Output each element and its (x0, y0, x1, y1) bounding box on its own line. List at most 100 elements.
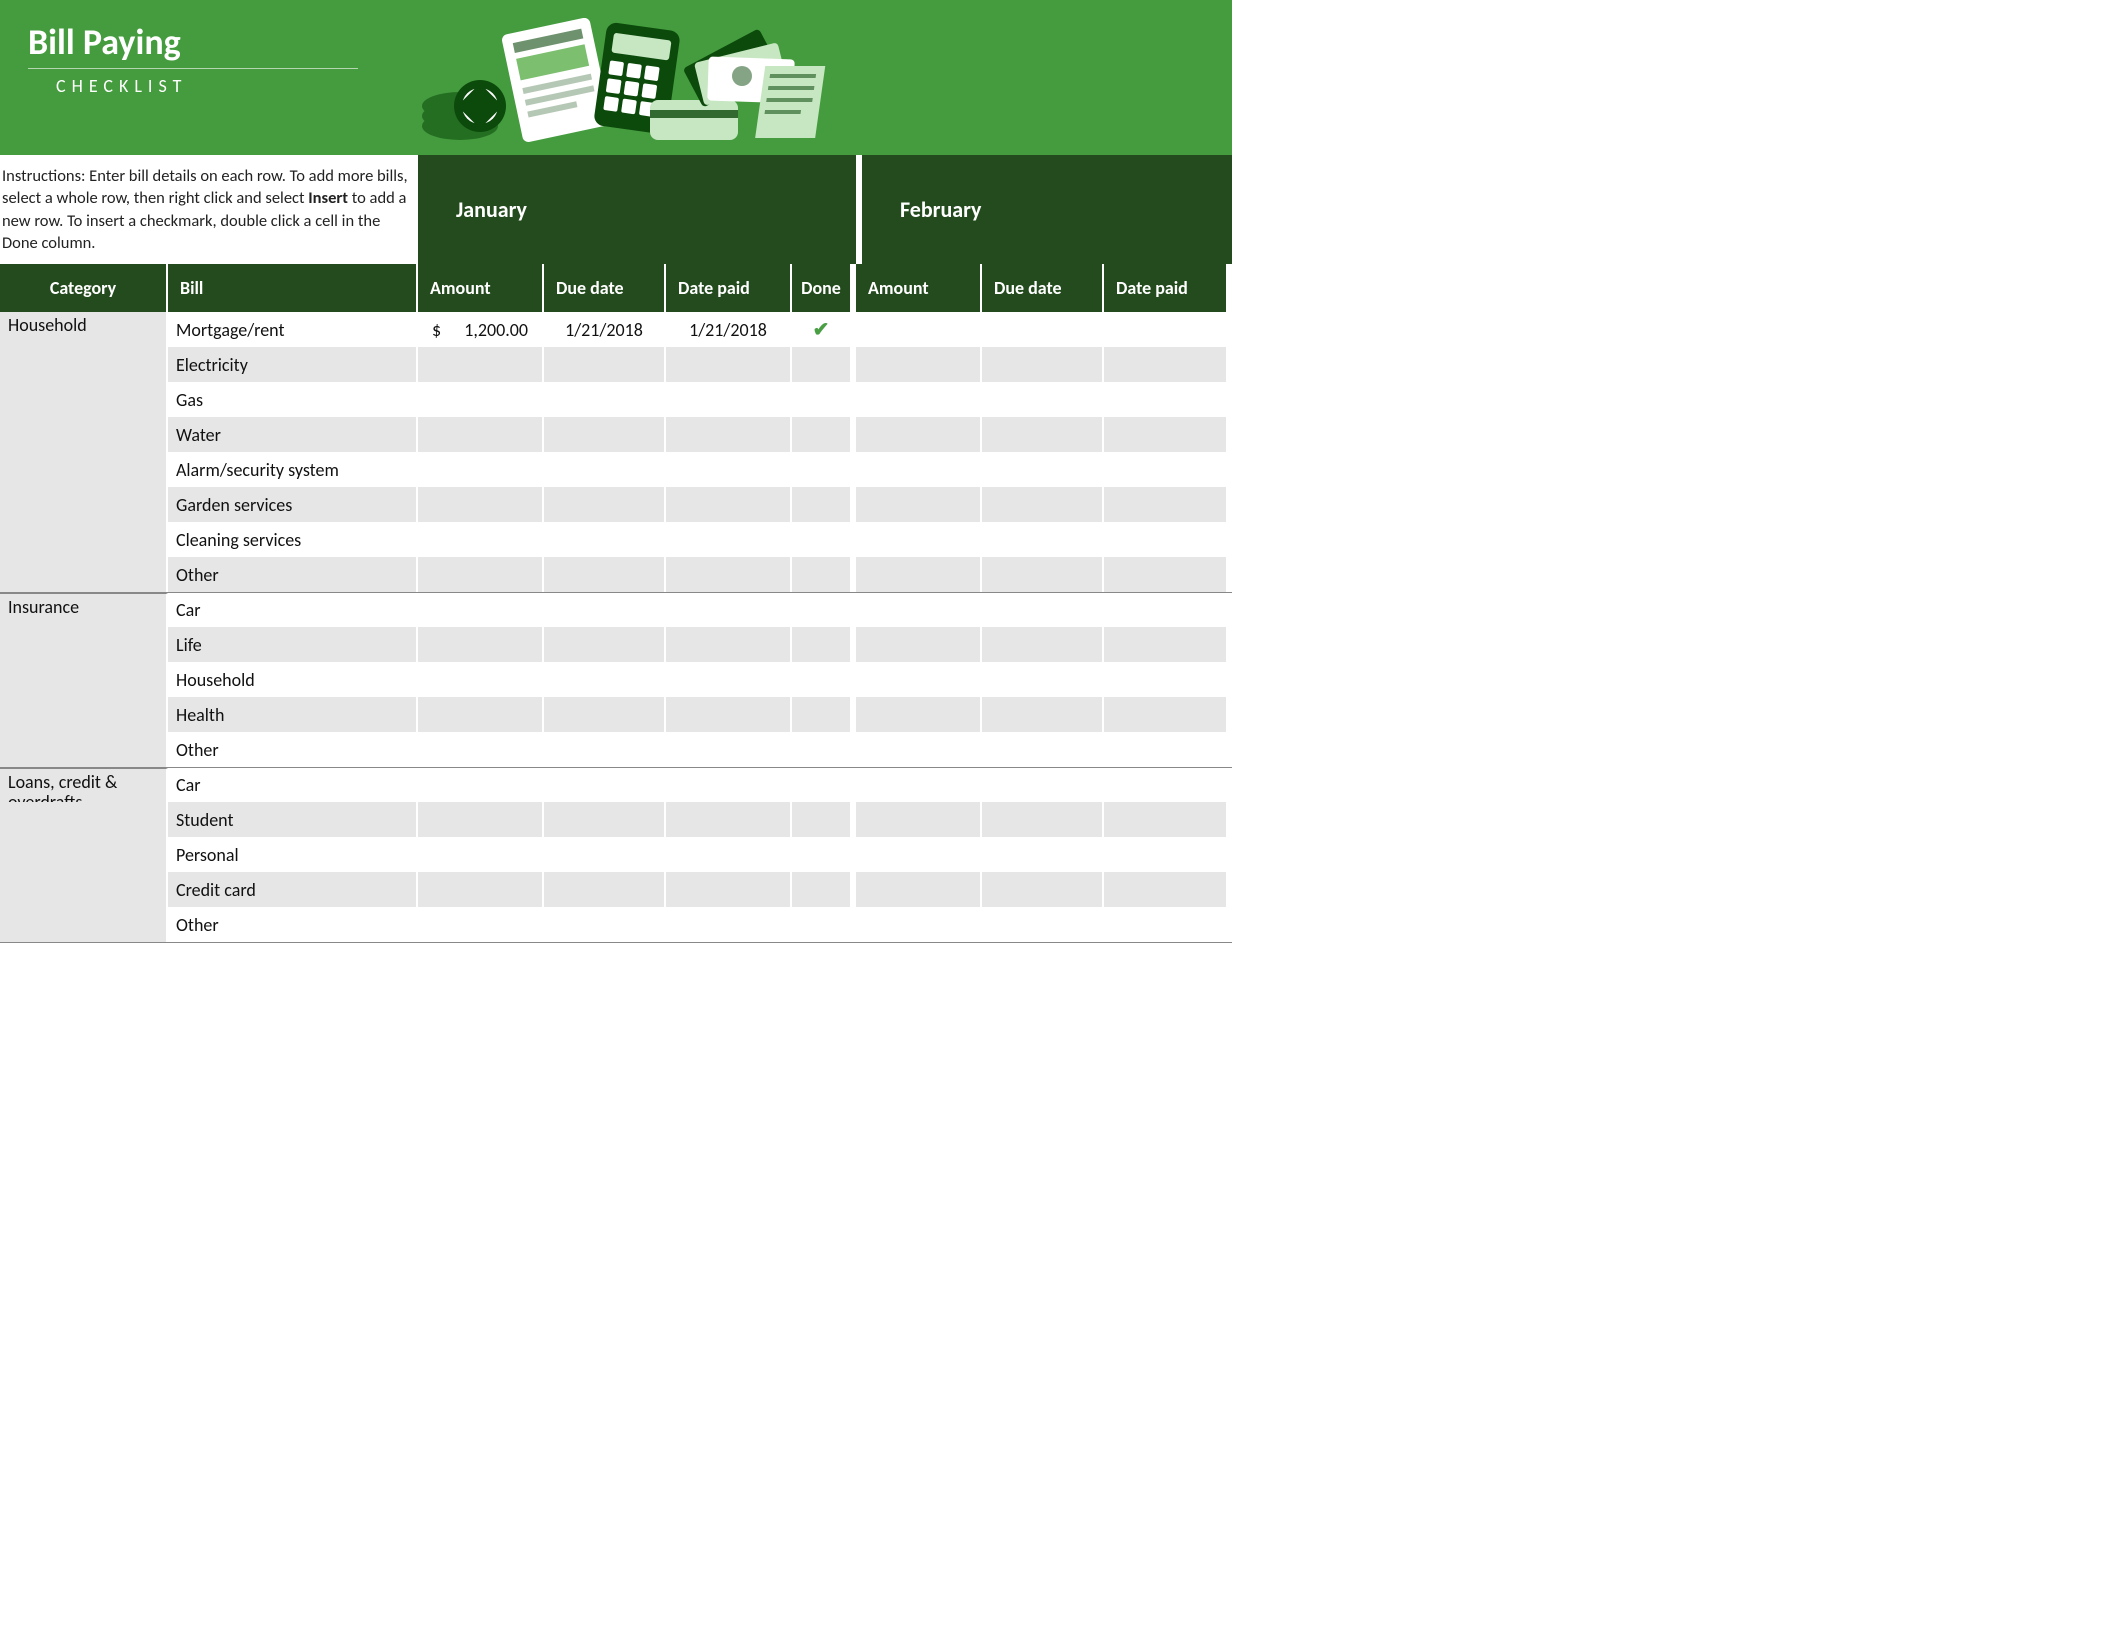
done-cell-m1[interactable] (792, 627, 856, 662)
due-cell-m2[interactable] (982, 452, 1104, 487)
table-row[interactable]: InsuranceCar (0, 592, 1232, 627)
table-row[interactable]: Personal (0, 837, 1232, 872)
amount-cell-m1[interactable] (418, 872, 544, 907)
amount-cell-m2[interactable] (856, 662, 982, 697)
paid-cell-m1[interactable] (666, 522, 792, 557)
due-cell-m1[interactable] (544, 732, 666, 767)
table-row[interactable]: Alarm/security system (0, 452, 1232, 487)
amount-cell-m1[interactable] (418, 837, 544, 872)
paid-cell-m1[interactable] (666, 557, 792, 592)
bill-cell[interactable]: Student (168, 802, 418, 837)
due-cell-m1[interactable] (544, 872, 666, 907)
amount-cell-m2[interactable] (856, 732, 982, 767)
paid-cell-m2[interactable] (1104, 697, 1226, 732)
amount-cell-m1[interactable] (418, 697, 544, 732)
paid-cell-m2[interactable] (1104, 452, 1226, 487)
amount-cell-m2[interactable] (856, 557, 982, 592)
bill-cell[interactable]: Garden services (168, 487, 418, 522)
amount-cell-m1[interactable] (418, 522, 544, 557)
amount-cell-m2[interactable] (856, 697, 982, 732)
due-cell-m1[interactable] (544, 452, 666, 487)
table-row[interactable]: Student (0, 802, 1232, 837)
amount-cell-m2[interactable] (856, 872, 982, 907)
bill-cell[interactable]: Alarm/security system (168, 452, 418, 487)
table-row[interactable]: Electricity (0, 347, 1232, 382)
done-cell-m1[interactable] (792, 557, 856, 592)
amount-cell-m1[interactable] (418, 417, 544, 452)
paid-cell-m2[interactable] (1104, 662, 1226, 697)
amount-cell-m2[interactable] (856, 837, 982, 872)
bill-cell[interactable]: Household (168, 662, 418, 697)
paid-cell-m1[interactable] (666, 593, 792, 627)
amount-cell-m1[interactable] (418, 452, 544, 487)
due-cell-m2[interactable] (982, 872, 1104, 907)
bill-cell[interactable]: Personal (168, 837, 418, 872)
bill-cell[interactable]: Health (168, 697, 418, 732)
done-cell-m1[interactable] (792, 382, 856, 417)
amount-cell-m2[interactable] (856, 522, 982, 557)
paid-cell-m2[interactable] (1104, 732, 1226, 767)
paid-cell-m2[interactable] (1104, 802, 1226, 837)
table-row[interactable]: Health (0, 697, 1232, 732)
paid-cell-m2[interactable] (1104, 417, 1226, 452)
amount-cell-m1[interactable]: $1,200.00 (418, 312, 544, 347)
due-cell-m1[interactable]: 1/21/2018 (544, 312, 666, 347)
done-cell-m1[interactable] (792, 522, 856, 557)
table-row[interactable]: Other (0, 557, 1232, 592)
due-cell-m2[interactable] (982, 662, 1104, 697)
paid-cell-m1[interactable] (666, 872, 792, 907)
due-cell-m2[interactable] (982, 522, 1104, 557)
table-row[interactable]: Garden services (0, 487, 1232, 522)
due-cell-m1[interactable] (544, 347, 666, 382)
done-cell-m1[interactable] (792, 768, 856, 802)
paid-cell-m2[interactable] (1104, 557, 1226, 592)
table-row[interactable]: HouseholdMortgage/rent$1,200.001/21/2018… (0, 312, 1232, 347)
paid-cell-m2[interactable] (1104, 593, 1226, 627)
amount-cell-m2[interactable] (856, 347, 982, 382)
due-cell-m2[interactable] (982, 347, 1104, 382)
paid-cell-m2[interactable] (1104, 768, 1226, 802)
amount-cell-m2[interactable] (856, 593, 982, 627)
done-cell-m1[interactable] (792, 732, 856, 767)
due-cell-m1[interactable] (544, 697, 666, 732)
paid-cell-m2[interactable] (1104, 382, 1226, 417)
table-row[interactable]: Water (0, 417, 1232, 452)
due-cell-m1[interactable] (544, 417, 666, 452)
done-cell-m1[interactable] (792, 347, 856, 382)
paid-cell-m2[interactable] (1104, 907, 1226, 942)
bill-cell[interactable]: Car (168, 593, 418, 627)
done-cell-m1[interactable]: ✔ (792, 312, 856, 347)
done-cell-m1[interactable] (792, 662, 856, 697)
due-cell-m1[interactable] (544, 802, 666, 837)
amount-cell-m2[interactable] (856, 417, 982, 452)
paid-cell-m1[interactable] (666, 697, 792, 732)
amount-cell-m1[interactable] (418, 487, 544, 522)
paid-cell-m1[interactable] (666, 732, 792, 767)
paid-cell-m1[interactable] (666, 417, 792, 452)
paid-cell-m2[interactable] (1104, 837, 1226, 872)
amount-cell-m2[interactable] (856, 627, 982, 662)
paid-cell-m1[interactable] (666, 627, 792, 662)
paid-cell-m1[interactable] (666, 802, 792, 837)
amount-cell-m1[interactable] (418, 907, 544, 942)
amount-cell-m2[interactable] (856, 452, 982, 487)
due-cell-m2[interactable] (982, 312, 1104, 347)
amount-cell-m1[interactable] (418, 662, 544, 697)
due-cell-m2[interactable] (982, 732, 1104, 767)
amount-cell-m1[interactable] (418, 347, 544, 382)
table-row[interactable]: Other (0, 732, 1232, 767)
done-cell-m1[interactable] (792, 417, 856, 452)
due-cell-m2[interactable] (982, 557, 1104, 592)
table-row[interactable]: Credit card (0, 872, 1232, 907)
due-cell-m1[interactable] (544, 593, 666, 627)
paid-cell-m1[interactable] (666, 768, 792, 802)
bill-cell[interactable]: Gas (168, 382, 418, 417)
table-row[interactable]: Cleaning services (0, 522, 1232, 557)
bill-cell[interactable]: Water (168, 417, 418, 452)
done-cell-m1[interactable] (792, 452, 856, 487)
due-cell-m1[interactable] (544, 768, 666, 802)
due-cell-m1[interactable] (544, 487, 666, 522)
amount-cell-m1[interactable] (418, 382, 544, 417)
done-cell-m1[interactable] (792, 697, 856, 732)
done-cell-m1[interactable] (792, 872, 856, 907)
